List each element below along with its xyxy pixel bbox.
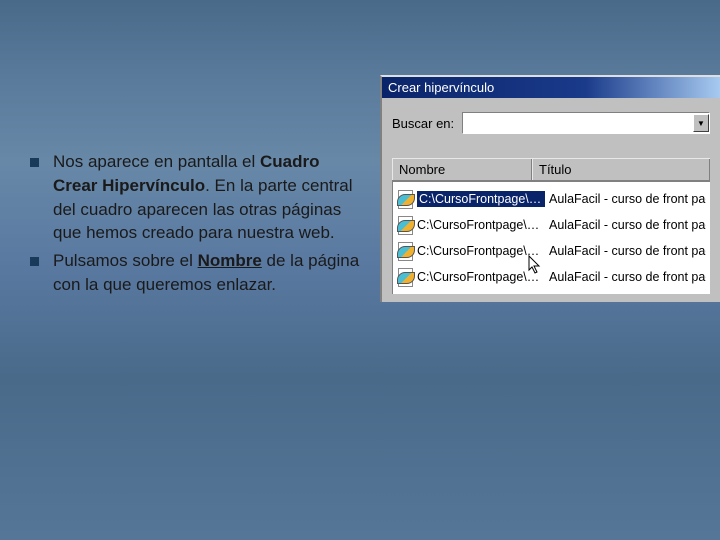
- bullet-item-2: Pulsamos sobre el Nombre de la página co…: [30, 249, 360, 297]
- list-item-name: C:\CursoFrontpage\Lecc...: [417, 244, 545, 258]
- list-item-title: AulaFacil - curso de front page gratis o…: [549, 218, 706, 232]
- dialog-titlebar: Crear hipervínculo: [382, 77, 720, 98]
- list-item[interactable]: C:\CursoFrontpage\Lecc... AulaFacil - cur…: [393, 212, 710, 238]
- search-label: Buscar en:: [392, 116, 454, 131]
- list-item-name: C:\CursoFrontpage\Lecc...: [417, 218, 545, 232]
- search-row: Buscar en: ▼: [392, 112, 710, 134]
- square-bullet-icon: [30, 257, 39, 266]
- page-icon: [397, 216, 413, 234]
- page-icon: [397, 190, 413, 208]
- list-item-name: C:\CursoFrontpage\Lecc...: [417, 191, 545, 207]
- file-list: C:\CursoFrontpage\Lecc... AulaFacil - cur…: [392, 181, 710, 294]
- bullet-text-1: Nos aparece en pantalla el Cuadro Crear …: [53, 150, 360, 245]
- search-combobox[interactable]: ▼: [462, 112, 710, 134]
- list-header: Nombre Título: [392, 158, 710, 181]
- bullet-text-2: Pulsamos sobre el Nombre de la página co…: [53, 249, 360, 297]
- dialog-title: Crear hipervínculo: [388, 80, 494, 95]
- list-item[interactable]: C:\CursoFrontpage\Lecc... AulaFacil - cur…: [393, 264, 710, 290]
- square-bullet-icon: [30, 158, 39, 167]
- column-nombre[interactable]: Nombre: [392, 159, 532, 180]
- list-item[interactable]: C:\CursoFrontpage\Lecc... AulaFacil - cur…: [393, 186, 710, 212]
- slide-text: Nos aparece en pantalla el Cuadro Crear …: [30, 150, 360, 301]
- bullet-item-1: Nos aparece en pantalla el Cuadro Crear …: [30, 150, 360, 245]
- list-item[interactable]: C:\CursoFrontpage\Lecc... AulaFacil - cur…: [393, 238, 710, 264]
- list-item-name: C:\CursoFrontpage\Lecc...: [417, 270, 545, 284]
- chevron-down-icon[interactable]: ▼: [693, 114, 709, 132]
- page-icon: [397, 242, 413, 260]
- list-item-title: AulaFacil - curso de front page gratis o…: [549, 192, 706, 206]
- page-icon: [397, 268, 413, 286]
- list-item-title: AulaFacil - curso de front page gratis o…: [549, 270, 706, 284]
- hyperlink-dialog: Crear hipervínculo Buscar en: ▼ Nombre T…: [380, 75, 720, 302]
- list-item-title: AulaFacil - curso de front page gratis o…: [549, 244, 706, 258]
- column-titulo[interactable]: Título: [532, 159, 710, 180]
- dialog-body: Buscar en: ▼ Nombre Título C:\CursoFront…: [382, 98, 720, 302]
